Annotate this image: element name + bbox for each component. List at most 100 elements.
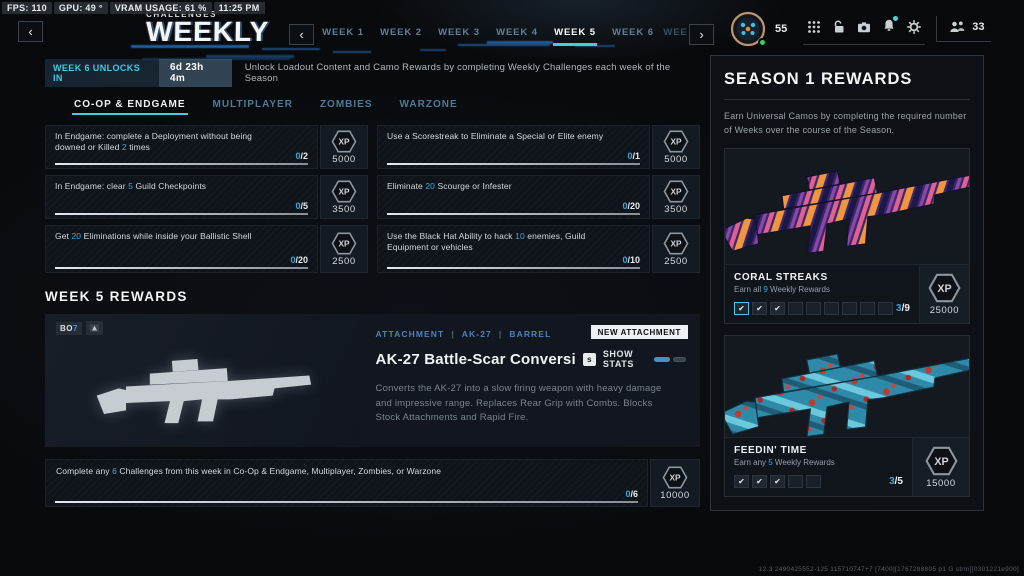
new-attachment-badge: NEW ATTACHMENT xyxy=(590,325,688,339)
progress-bar xyxy=(55,501,638,503)
week-checkbox xyxy=(824,302,839,315)
challenge-body: In Endgame: clear 5 Guild Checkpoints 0/… xyxy=(45,175,318,219)
week-checkbox xyxy=(788,302,803,315)
challenge-body: Use the Black Hat Ability to hack 10 ene… xyxy=(377,225,650,273)
weapon-badges: BO7 xyxy=(56,321,103,335)
xp-amount: 5000 xyxy=(664,153,688,165)
tab-coop-endgame[interactable]: CO-OP & ENDGAME xyxy=(72,99,187,115)
xp-reward-badge: XP 25000 xyxy=(918,265,969,323)
tab-week-3[interactable]: WEEK 3 xyxy=(430,22,488,46)
tab-week-1[interactable]: WEEK 1 xyxy=(314,22,372,46)
camo-name: FEEDIN' TIME xyxy=(734,445,807,456)
settings-gear-icon[interactable] xyxy=(907,20,922,34)
challenge-card-2[interactable]: Use a Scorestreak to Eliminate a Special… xyxy=(377,125,700,169)
week-checkbox: ✔ xyxy=(770,302,785,315)
player-level: 55 xyxy=(775,23,788,35)
xp-reward-badge: XP 10000 xyxy=(650,459,700,507)
menu-grid-icon[interactable] xyxy=(807,20,821,34)
progress-bar xyxy=(387,213,640,215)
xp-amount: 10000 xyxy=(660,489,690,501)
social-group[interactable]: 33 xyxy=(936,16,991,42)
weeks-next-button[interactable]: › xyxy=(689,23,714,45)
tab-multiplayer[interactable]: MULTIPLAYER xyxy=(213,99,293,115)
week-checkbox: ✔ xyxy=(734,475,749,488)
weapon-description: Converts the AK-27 into a slow firing we… xyxy=(375,383,662,424)
xp-hexagon-icon: XP xyxy=(331,179,357,203)
divider xyxy=(724,99,970,100)
week-rewards-heading: WEEK 5 REWARDS xyxy=(45,289,188,304)
xp-hexagon-icon: XP xyxy=(663,231,689,255)
week-checkbox: ✔ xyxy=(752,302,767,315)
gpu-temp: GPU: 49 ° xyxy=(53,2,108,14)
tab-week-2[interactable]: WEEK 2 xyxy=(372,22,430,46)
camera-icon[interactable] xyxy=(857,20,871,34)
challenge-body: In Endgame: complete a Deployment withou… xyxy=(45,125,318,169)
svg-text:XP: XP xyxy=(338,186,350,196)
xp-reward-badge: XP 2500 xyxy=(320,225,368,273)
tab-week-7[interactable]: WEE xyxy=(662,22,689,46)
challenge-card-3[interactable]: In Endgame: clear 5 Guild Checkpoints 0/… xyxy=(45,175,368,219)
challenge-progress: 0/2 xyxy=(295,151,308,161)
page-title-block: CHALLENGES WEEKLY xyxy=(145,10,270,47)
friends-count: 33 xyxy=(972,21,985,33)
stats-toggle[interactable] xyxy=(654,356,686,362)
fps-counter: FPS: 110 xyxy=(2,2,52,14)
svg-text:XP: XP xyxy=(934,456,948,468)
tab-week-5[interactable]: WEEK 5 xyxy=(546,22,604,46)
week-reward-card[interactable]: BO7 ATTACHMENT | AK-27 | BARREL NEW ATTA… xyxy=(45,314,700,447)
camo-progress: 3/5 xyxy=(889,476,903,487)
challenge-card-1[interactable]: In Endgame: complete a Deployment withou… xyxy=(45,125,368,169)
weeks-prev-button[interactable]: ‹ xyxy=(289,23,314,45)
week-checks-row: ✔ ✔ ✔ 3/9 xyxy=(734,302,910,315)
hud-icon-group xyxy=(803,14,926,45)
svg-text:XP: XP xyxy=(338,238,350,248)
back-button[interactable]: ‹ xyxy=(18,21,43,42)
week-checkbox xyxy=(788,475,803,488)
tab-week-4[interactable]: WEEK 4 xyxy=(488,22,546,46)
progress-bar xyxy=(55,163,308,165)
page-title: WEEKLY xyxy=(145,16,270,47)
challenge-progress: 0/10 xyxy=(622,255,640,265)
challenge-progress: 0/1 xyxy=(627,151,640,161)
camo-requirement: Earn all 9 Weekly Rewards xyxy=(734,285,830,294)
week-checkbox xyxy=(878,302,893,315)
challenge-card-6[interactable]: Use the Black Hat Ability to hack 10 ene… xyxy=(377,225,700,273)
show-stats-button[interactable]: SHOW STATS xyxy=(603,349,634,369)
xp-reward-badge: XP 2500 xyxy=(652,225,700,273)
tab-zombies[interactable]: ZOMBIES xyxy=(320,99,373,115)
challenge-description: Use the Black Hat Ability to hack 10 ene… xyxy=(387,231,586,253)
notifications-bell[interactable] xyxy=(882,15,899,37)
meta-category: ATTACHMENT xyxy=(375,329,445,339)
bonus-challenge-card[interactable]: Complete any 6 Challenges from this week… xyxy=(45,459,700,507)
challenge-card-5[interactable]: Get 20 Eliminations while inside your Ba… xyxy=(45,225,368,273)
season-reward-info: CORAL STREAKS Earn all 9 Weekly Rewards … xyxy=(725,265,969,323)
faction-badge-icon xyxy=(85,321,103,335)
season-reward-card-feedin-time[interactable]: FEEDIN' TIME Earn any 5 Weekly Rewards ✔… xyxy=(724,335,970,497)
weapon-preview: BO7 xyxy=(45,314,359,447)
challenge-description: Use a Scorestreak to Eliminate a Special… xyxy=(387,131,604,141)
tab-warzone[interactable]: WARZONE xyxy=(400,99,458,115)
challenge-grid: In Endgame: complete a Deployment withou… xyxy=(45,125,700,273)
challenge-progress: 0/5 xyxy=(295,201,308,211)
show-stats-key-hint[interactable]: s xyxy=(582,352,596,366)
weapon-silhouette xyxy=(96,359,312,424)
notification-dot xyxy=(893,15,899,21)
season-reward-card-coral-streaks[interactable]: CORAL STREAKS Earn all 9 Weekly Rewards … xyxy=(724,148,970,324)
unlock-icon[interactable] xyxy=(832,20,846,34)
xp-amount: 25000 xyxy=(929,304,960,316)
player-emblem[interactable] xyxy=(730,11,767,47)
tab-week-6[interactable]: WEEK 6 xyxy=(604,22,662,46)
week-checkbox xyxy=(842,302,857,315)
unlock-timer: 6d 23h 4m xyxy=(159,59,232,87)
xp-reward-badge: XP 5000 xyxy=(652,125,700,169)
xp-hexagon-icon: XP xyxy=(928,273,961,302)
season-rewards-title: SEASON 1 REWARDS xyxy=(724,70,913,88)
xp-hexagon-icon: XP xyxy=(924,446,958,475)
xp-reward-badge: XP 5000 xyxy=(320,125,368,169)
week-checkbox xyxy=(806,302,821,315)
challenge-card-4[interactable]: Eliminate 20 Scourge or Infester 0/20 XP… xyxy=(377,175,700,219)
week-checkbox: ✔ xyxy=(752,475,767,488)
vram-usage: VRAM USAGE: 61 % xyxy=(109,2,212,14)
week-checks-row: ✔ ✔ ✔ 3/5 xyxy=(734,475,903,488)
xp-hexagon-icon: XP xyxy=(331,129,357,153)
